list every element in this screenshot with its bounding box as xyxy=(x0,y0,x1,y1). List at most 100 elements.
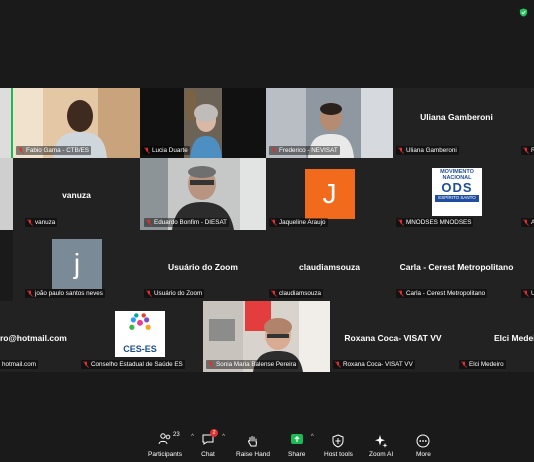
chat-button[interactable]: 2 ^ Chat xyxy=(201,429,225,458)
muted-mic-icon xyxy=(523,219,529,226)
participant-tile-partial-right[interactable]: U xyxy=(520,230,534,301)
sparkle-icon xyxy=(375,435,388,448)
participant-name: Elci Medeiro xyxy=(469,361,504,368)
participant-tile[interactable]: Elci Medeiro Elci Medeiro xyxy=(456,301,534,372)
participant-tile[interactable]: vanuza vanuza xyxy=(13,158,140,230)
participant-name: Lucia Duarte xyxy=(152,147,188,154)
participant-tile[interactable]: Sonia Maria Balense Pereira xyxy=(203,301,330,372)
host-tools-button[interactable]: Host tools xyxy=(324,434,353,458)
zoom-ai-label: Zoom AI xyxy=(369,451,394,458)
participant-display-name: Roxana Coca- VISAT VV xyxy=(344,333,442,343)
participant-tile[interactable]: Fabio Gama - CTB/ES xyxy=(13,88,140,158)
participant-tile[interactable]: CES-ES Conselho Estadual de Saúde ES xyxy=(77,301,203,372)
participant-name: claudiamsouza xyxy=(279,290,322,297)
muted-mic-icon xyxy=(27,290,33,297)
security-shield-icon[interactable] xyxy=(519,8,528,17)
participant-tile-partial-right[interactable]: A xyxy=(520,158,534,230)
participant-display-name: Elci Medeiro xyxy=(494,333,534,343)
shield-icon xyxy=(332,434,344,448)
participant-name: Frederico - NEVISAT xyxy=(279,147,338,154)
participant-name: Sonia Maria Balense Pereira xyxy=(216,361,297,368)
caret-up-icon[interactable]: ^ xyxy=(311,434,314,440)
muted-mic-icon xyxy=(398,147,404,154)
participants-button[interactable]: 23 ^ Participants xyxy=(148,432,194,458)
participant-name: Eduardo Bonfim - DIESAT xyxy=(154,219,228,226)
participant-display-name: Carla - Cerest Metropolitano xyxy=(399,262,514,272)
muted-mic-icon xyxy=(335,361,341,368)
muted-mic-icon xyxy=(144,147,150,154)
participant-tile[interactable]: j joão paulo santos neves xyxy=(13,230,140,301)
muted-mic-icon xyxy=(461,361,467,368)
participant-tile[interactable]: Frederico - NEVISAT xyxy=(266,88,393,158)
ces-emblem-icon xyxy=(129,313,151,330)
participant-tile-partial-left xyxy=(0,88,13,158)
caret-up-icon[interactable]: ^ xyxy=(222,434,225,440)
avatar: J xyxy=(304,169,355,219)
participant-tile-partial-right[interactable]: R xyxy=(520,88,534,158)
participant-name: Conselho Estadual de Saúde ES xyxy=(91,361,183,368)
muted-mic-icon xyxy=(523,290,529,297)
participant-tile-partial-left xyxy=(0,158,13,230)
participant-name: hotmail.com xyxy=(2,361,36,368)
share-label: Share xyxy=(288,451,306,458)
participants-count: 23 xyxy=(172,432,180,438)
ces-logo: CES-ES xyxy=(115,311,165,357)
more-button[interactable]: More xyxy=(416,434,431,458)
share-screen-icon xyxy=(290,434,303,444)
chat-label: Chat xyxy=(201,451,215,458)
muted-mic-icon xyxy=(398,219,404,226)
participant-name: Carla - Cerest Metropolitano xyxy=(406,290,486,297)
raise-hand-label: Raise Hand xyxy=(236,451,270,458)
avatar: j xyxy=(52,239,102,289)
participant-name: Uliana Gamberoni xyxy=(406,147,457,154)
muted-mic-icon xyxy=(146,219,152,226)
participant-name: MNODSES MNODSES xyxy=(406,219,472,226)
more-label: More xyxy=(416,451,431,458)
participant-tile[interactable]: ro@hotmail.com hotmail.com xyxy=(0,301,77,372)
participant-name: Fabio Gama - CTB/ES xyxy=(26,147,89,154)
chat-badge: 2 xyxy=(210,429,218,437)
participant-display-name: vanuza xyxy=(62,190,91,200)
meeting-toolbar: 23 ^ Participants 2 ^ Chat Raise Hand ^ … xyxy=(0,422,534,462)
muted-mic-icon xyxy=(271,290,277,297)
caret-up-icon[interactable]: ^ xyxy=(191,434,194,440)
participant-tile[interactable]: Eduardo Bonfim - DIESAT xyxy=(140,158,266,230)
participant-tile[interactable]: Usuário do Zoom Usuário do Zoom xyxy=(140,230,266,301)
host-tools-label: Host tools xyxy=(324,451,353,458)
participant-tile[interactable]: Lucia Duarte xyxy=(140,88,266,158)
muted-mic-icon xyxy=(83,361,89,368)
participant-tile[interactable]: claudiamsouza claudiamsouza xyxy=(266,230,393,301)
participant-tile[interactable]: MOVIMENTO NACIONAL ODS ESPÍRITO SANTO MN… xyxy=(393,158,520,230)
participant-tile[interactable]: Roxana Coca- VISAT VV Roxana Coca- VISAT… xyxy=(330,301,456,372)
participant-name: joão paulo santos neves xyxy=(35,290,103,297)
participant-display-name: Usuário do Zoom xyxy=(168,262,238,272)
participants-label: Participants xyxy=(148,451,182,458)
avatar-initial: J xyxy=(322,178,337,209)
muted-mic-icon xyxy=(27,219,33,226)
muted-mic-icon xyxy=(398,290,404,297)
participant-display-name: ro@hotmail.com xyxy=(0,333,67,343)
participant-display-name: Uliana Gamberoni xyxy=(420,112,493,122)
participant-display-name: claudiamsouza xyxy=(299,262,360,272)
muted-mic-icon xyxy=(18,147,24,154)
participant-tile[interactable]: Uliana Gamberoni Uliana Gamberoni xyxy=(393,88,520,158)
muted-mic-icon xyxy=(271,219,277,226)
hand-icon xyxy=(248,436,257,447)
more-icon xyxy=(416,434,430,448)
muted-mic-icon xyxy=(146,290,152,297)
participant-name: Usuário do Zoom xyxy=(154,290,203,297)
ods-logo: MOVIMENTO NACIONAL ODS ESPÍRITO SANTO xyxy=(432,168,482,216)
muted-mic-icon xyxy=(523,147,529,154)
participants-icon xyxy=(158,433,171,445)
muted-mic-icon xyxy=(271,147,277,154)
share-button[interactable]: ^ Share xyxy=(288,432,314,458)
participant-name: vanuza xyxy=(35,219,56,226)
participant-tile[interactable]: J Jaqueline Araujo xyxy=(266,158,393,230)
participant-name: Roxana Coca- VISAT VV xyxy=(343,361,413,368)
raise-hand-button[interactable]: Raise Hand xyxy=(236,434,270,458)
zoom-ai-button[interactable]: Zoom AI xyxy=(369,434,393,458)
participant-tile[interactable]: Carla - Cerest Metropolitano Carla - Cer… xyxy=(393,230,520,301)
participant-name: Jaqueline Araujo xyxy=(279,219,326,226)
muted-mic-icon xyxy=(208,361,214,368)
avatar-initial: j xyxy=(73,248,81,279)
